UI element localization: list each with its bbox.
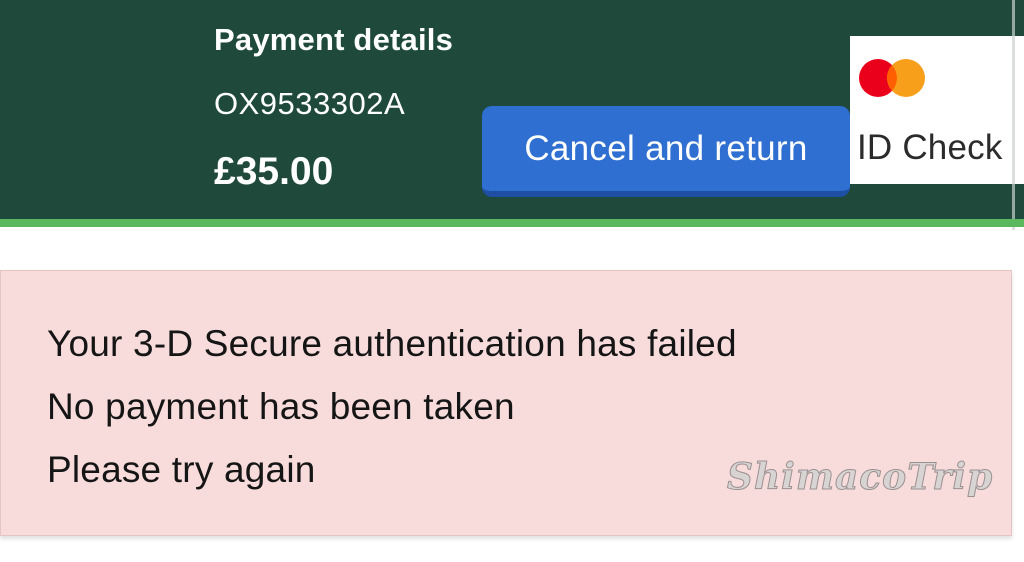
scrollbar[interactable] (1012, 0, 1015, 230)
error-line-auth-failed: Your 3-D Secure authentication has faile… (47, 323, 737, 364)
payment-page: Payment details OX9533302A £35.00 Cancel… (0, 0, 1024, 562)
cancel-button-label: Cancel and return (524, 128, 808, 168)
cancel-and-return-button[interactable]: Cancel and return (482, 106, 850, 197)
mastercard-logo-icon (859, 59, 925, 97)
payment-amount: £35.00 (214, 150, 334, 193)
page-title: Payment details (214, 22, 454, 57)
payment-header: Payment details OX9533302A £35.00 Cancel… (0, 0, 1024, 230)
watermark: ShimacoTrip (726, 456, 994, 499)
id-check-badge: ID Check (850, 36, 1024, 184)
error-line-try-again: Please try again (47, 449, 316, 490)
id-check-label: ID Check (857, 128, 1003, 167)
error-line-no-payment: No payment has been taken (47, 386, 515, 427)
payment-reference: OX9533302A (214, 86, 406, 121)
header-accent-stripe (0, 219, 1024, 227)
error-message-panel: Your 3-D Secure authentication has faile… (0, 270, 1012, 536)
